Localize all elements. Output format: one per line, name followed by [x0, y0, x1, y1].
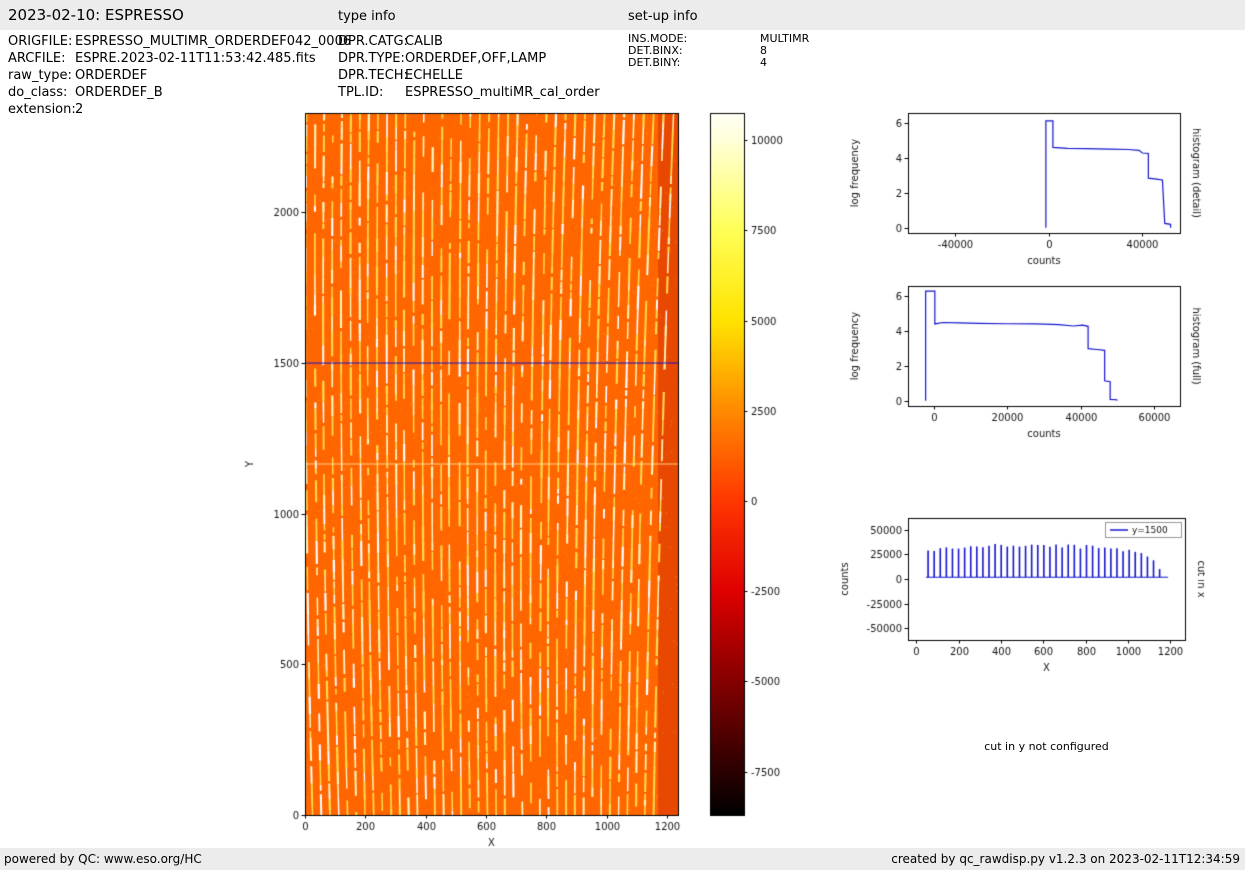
- meta-label: DET.BINY:: [628, 56, 681, 69]
- meta-label: DPR.CATG:: [338, 34, 408, 49]
- meta-value: ORDERDEF: [75, 68, 148, 83]
- meta-row-rawtype: raw_type: ORDERDEF: [8, 67, 351, 84]
- meta-row-dprcatg: DPR.CATG:CALIB: [338, 33, 600, 50]
- setup-info-heading: set-up info: [628, 9, 698, 24]
- colorbar: [705, 105, 800, 825]
- meta-value: ESPRE.2023-02-11T11:53:42.485.fits: [75, 51, 316, 66]
- meta-value: MULTIMR: [760, 32, 810, 45]
- meta-value: ORDERDEF,OFF,LAMP: [405, 51, 547, 66]
- meta-label: ORIGFILE:: [8, 34, 73, 49]
- cut-in-x-plot: [835, 510, 1205, 685]
- page-title: 2023-02-10: ESPRESSO: [8, 6, 184, 24]
- meta-value: ESPRESSO_multiMR_cal_order: [405, 85, 600, 100]
- header-bar: 2023-02-10: ESPRESSO type info set-up in…: [0, 0, 1245, 30]
- setup-info-block: INS.MODE: MULTIMR DET.BINX: 8 DET.BINY: 4: [628, 33, 809, 69]
- meta-label: TPL.ID:: [338, 85, 384, 100]
- meta-label: DPR.TECH:: [338, 68, 408, 83]
- meta-value: ESPRESSO_MULTIMR_ORDERDEF042_0006: [75, 34, 352, 49]
- footer-created-by: created by qc_rawdisp.py v1.2.3 on 2023-…: [891, 852, 1240, 866]
- meta-value: 2: [75, 102, 84, 117]
- meta-label: do_class:: [8, 85, 68, 100]
- histogram-detail-plot: [845, 105, 1205, 277]
- type-info-heading: type info: [338, 9, 396, 24]
- meta-value: CALIB: [405, 34, 443, 49]
- meta-value: ECHELLE: [405, 68, 463, 83]
- raw-frame-plot: [240, 105, 690, 860]
- footer-powered-by: powered by QC: www.eso.org/HC: [4, 852, 202, 866]
- meta-row-dprtype: DPR.TYPE:ORDERDEF,OFF,LAMP: [338, 50, 600, 67]
- meta-label: raw_type:: [8, 68, 72, 83]
- footer-bar: powered by QC: www.eso.org/HC created by…: [0, 848, 1245, 870]
- histogram-full-plot: [845, 278, 1205, 450]
- meta-row-dprtech: DPR.TECH:ECHELLE: [338, 67, 600, 84]
- meta-row-origfile: ORIGFILE: ESPRESSO_MULTIMR_ORDERDEF042_00…: [8, 33, 351, 50]
- meta-row-detbiny: DET.BINY: 4: [628, 57, 809, 69]
- meta-label: extension:: [8, 102, 76, 117]
- meta-row-tplid: TPL.ID: ESPRESSO_multiMR_cal_order: [338, 84, 600, 101]
- meta-row-doclass: do_class: ORDERDEF_B: [8, 84, 351, 101]
- meta-label: DPR.TYPE:: [338, 51, 405, 66]
- qc-report-page: 2023-02-10: ESPRESSO type info set-up in…: [0, 0, 1245, 870]
- meta-value: ORDERDEF_B: [75, 85, 163, 100]
- meta-row-arcfile: ARCFILE: ESPRE.2023-02-11T11:53:42.485.fi…: [8, 50, 351, 67]
- cut-in-y-note: cut in y not configured: [984, 740, 1109, 753]
- type-info-block: DPR.CATG:CALIB DPR.TYPE:ORDERDEF,OFF,LAM…: [338, 33, 600, 101]
- meta-value: 4: [760, 56, 767, 69]
- meta-label: ARCFILE:: [8, 51, 66, 66]
